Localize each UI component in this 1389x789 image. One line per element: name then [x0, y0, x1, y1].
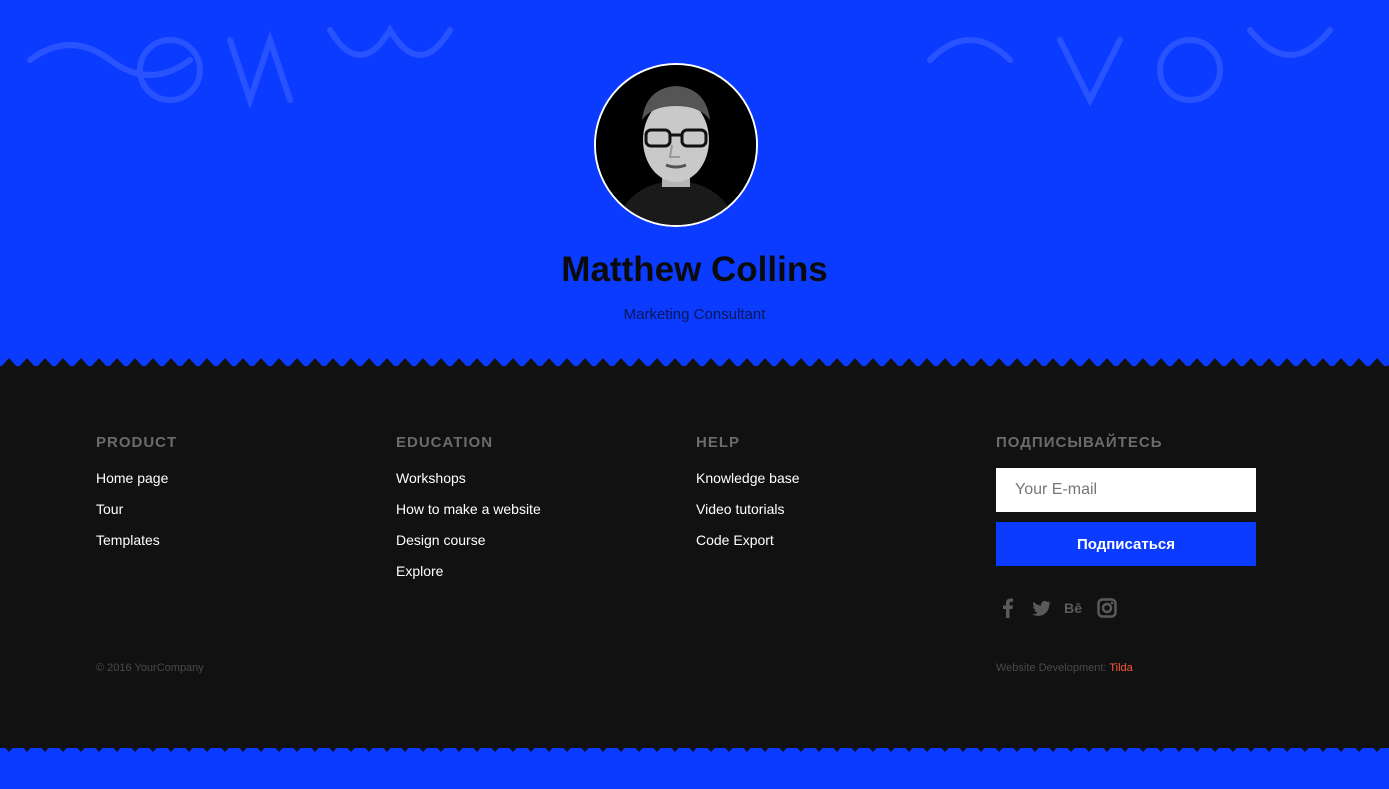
facebook-icon[interactable]	[998, 597, 1018, 619]
copyright-text: © 2016 YourCompany	[96, 662, 204, 674]
column-title: EDUCATION	[396, 434, 494, 451]
column-title: PRODUCT	[96, 434, 178, 451]
footer-column-education: EDUCATION Workshops How to make a websit…	[396, 434, 676, 592]
footer-link-tour[interactable]: Tour	[96, 499, 376, 530]
footer-link-home-page[interactable]: Home page	[96, 468, 376, 499]
footer-link-video-tutorials[interactable]: Video tutorials	[696, 499, 976, 530]
footer-column-product: PRODUCT Home page Tour Templates	[96, 434, 376, 561]
footer-column-subscribe: ПОДПИСЫВАЙТЕСЬ	[996, 434, 1276, 468]
email-input[interactable]	[996, 468, 1256, 512]
footer-link-explore[interactable]: Explore	[396, 561, 676, 592]
zigzag-divider-bottom	[0, 742, 1389, 754]
portrait-image	[596, 65, 756, 225]
svg-text:Bē: Bē	[1064, 601, 1082, 617]
twitter-icon[interactable]	[1031, 597, 1051, 619]
footer-link-design-course[interactable]: Design course	[396, 530, 676, 561]
social-links: Bē	[998, 597, 1117, 619]
profile-avatar	[594, 63, 758, 227]
footer-link-knowledge-base[interactable]: Knowledge base	[696, 468, 976, 499]
subscribe-title: ПОДПИСЫВАЙТЕСЬ	[996, 434, 1163, 451]
dev-credit-prefix: Website Development:	[996, 662, 1110, 674]
behance-icon[interactable]: Bē	[1064, 597, 1084, 619]
footer-link-how-to-make-website[interactable]: How to make a website	[396, 499, 676, 530]
tilda-link[interactable]: Tilda	[1109, 662, 1132, 674]
subscribe-button[interactable]: Подписаться	[996, 522, 1256, 566]
profile-name: Matthew Collins	[561, 250, 828, 289]
footer-link-workshops[interactable]: Workshops	[396, 468, 676, 499]
footer-column-help: HELP Knowledge base Video tutorials Code…	[696, 434, 976, 561]
profile-role: Marketing Consultant	[623, 306, 766, 323]
column-title: HELP	[696, 434, 741, 451]
footer-link-code-export[interactable]: Code Export	[696, 530, 976, 561]
footer-link-templates[interactable]: Templates	[96, 530, 376, 561]
instagram-icon[interactable]	[1097, 597, 1117, 619]
website-development-credit: Website Development: Tilda	[996, 662, 1133, 674]
hero-section: Matthew Collins Marketing Consultant	[0, 0, 1389, 362]
